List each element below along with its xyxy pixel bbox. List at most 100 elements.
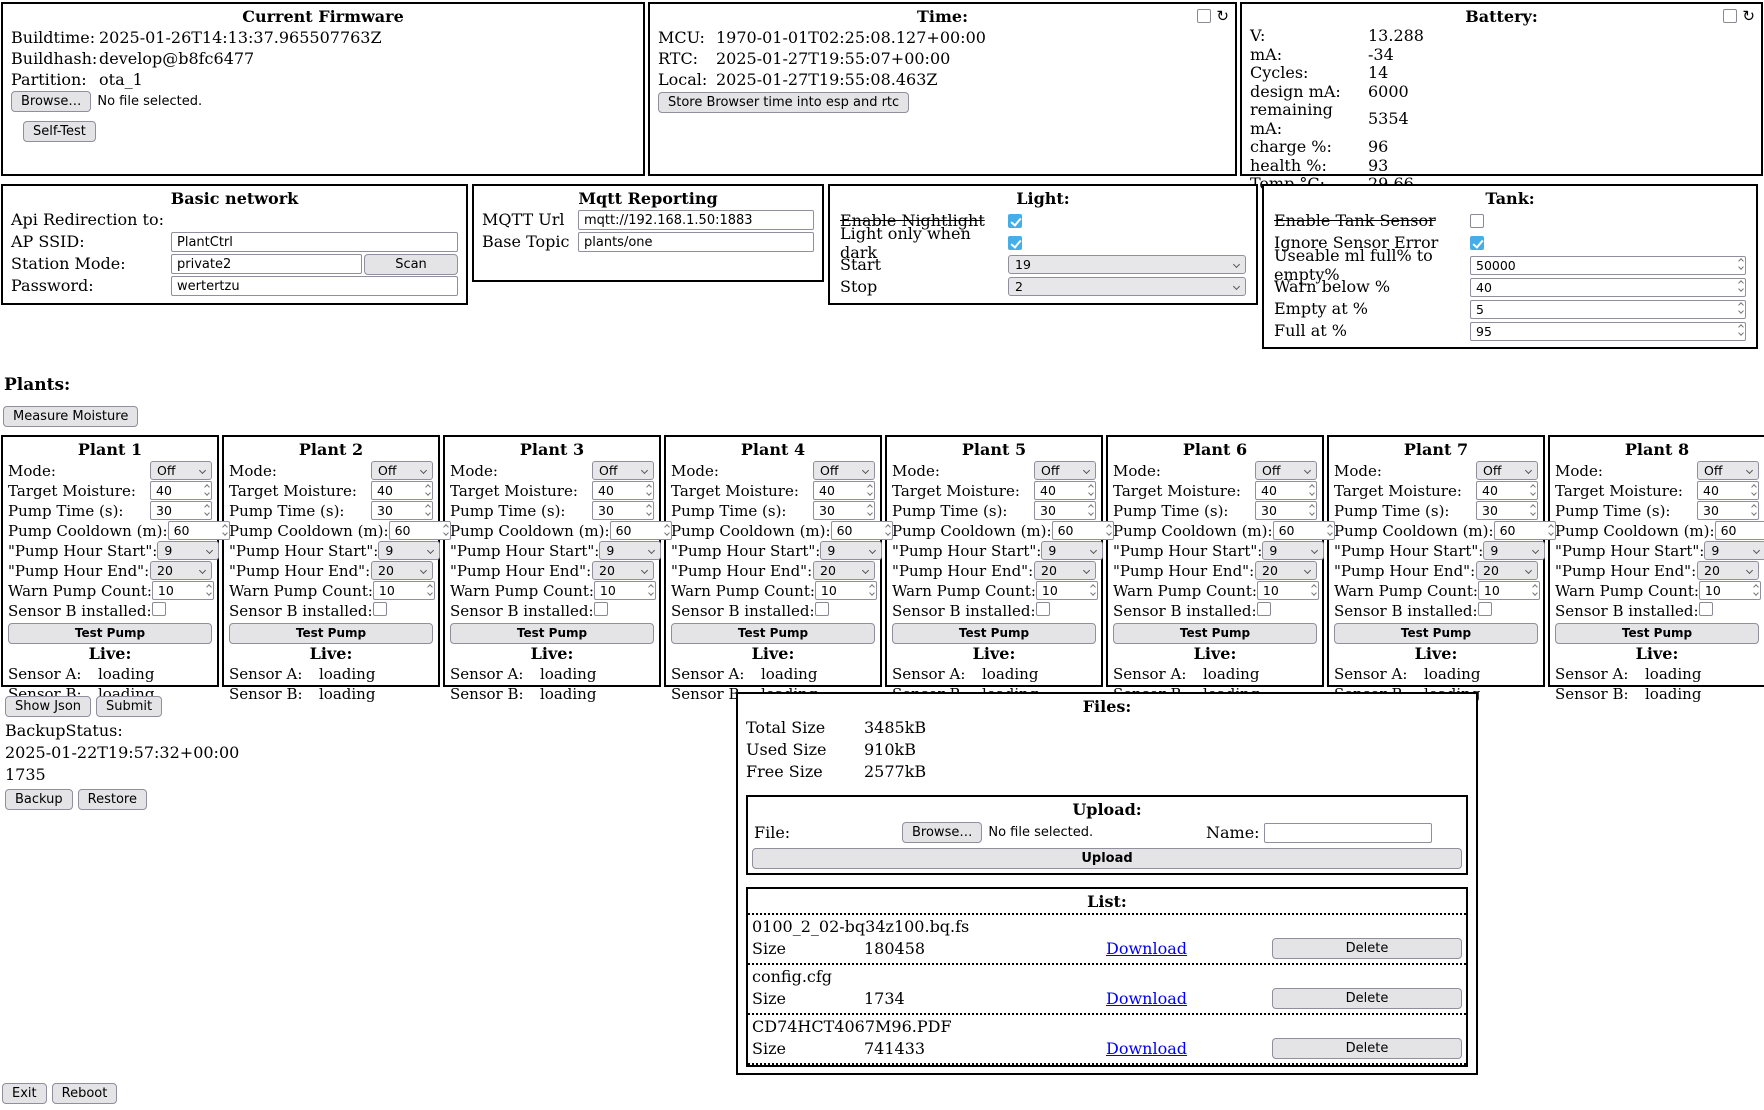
download-link[interactable]: Download bbox=[1106, 1039, 1272, 1058]
stepper-icons[interactable] bbox=[647, 485, 651, 495]
stepper-icons[interactable] bbox=[428, 585, 432, 595]
target-moisture-input[interactable] bbox=[1697, 481, 1759, 500]
delete-button[interactable]: Delete bbox=[1272, 938, 1462, 959]
mode-select[interactable]: Off bbox=[1476, 461, 1538, 480]
test-pump-button[interactable]: Test Pump bbox=[229, 623, 433, 644]
target-moisture-input[interactable] bbox=[592, 481, 654, 500]
pump-hour-start-select[interactable]: 9 bbox=[599, 541, 661, 560]
stepper-icons[interactable] bbox=[649, 585, 653, 595]
measure-moisture-button[interactable]: Measure Moisture bbox=[3, 406, 138, 427]
stepper-icons[interactable] bbox=[1549, 525, 1553, 535]
mode-select[interactable]: Off bbox=[150, 461, 212, 480]
mode-select[interactable]: Off bbox=[592, 461, 654, 480]
refresh-icon[interactable]: ↻ bbox=[1742, 10, 1755, 23]
stepper-icons[interactable] bbox=[1089, 485, 1093, 495]
upload-name-input[interactable] bbox=[1264, 823, 1432, 843]
stepper-icons[interactable] bbox=[1312, 585, 1316, 595]
pump-hour-end-select[interactable]: 20 bbox=[150, 561, 212, 580]
warn-pump-count-input[interactable] bbox=[594, 581, 656, 600]
pump-time-input[interactable] bbox=[592, 501, 654, 520]
warn-pump-count-input[interactable] bbox=[815, 581, 877, 600]
battery-auto-refresh-checkbox[interactable] bbox=[1723, 9, 1737, 23]
target-moisture-input[interactable] bbox=[813, 481, 875, 500]
empty-at-input[interactable] bbox=[1470, 300, 1746, 319]
pump-hour-end-select[interactable]: 20 bbox=[1034, 561, 1096, 580]
stepper-icons[interactable] bbox=[1107, 525, 1111, 535]
refresh-icon[interactable]: ↻ bbox=[1216, 10, 1229, 23]
stepper-icons[interactable] bbox=[868, 485, 872, 495]
mode-select[interactable]: Off bbox=[371, 461, 433, 480]
scan-button[interactable]: Scan bbox=[364, 254, 458, 275]
pump-hour-end-select[interactable]: 20 bbox=[1697, 561, 1759, 580]
ap-ssid-input[interactable] bbox=[171, 232, 458, 252]
pump-hour-start-select[interactable]: 9 bbox=[1483, 541, 1545, 560]
test-pump-button[interactable]: Test Pump bbox=[8, 623, 212, 644]
pump-hour-start-select[interactable]: 9 bbox=[1041, 541, 1103, 560]
warn-below-input[interactable] bbox=[1470, 278, 1746, 297]
store-browser-time-button[interactable]: Store Browser time into esp and rtc bbox=[658, 92, 909, 113]
sensor-b-installed-checkbox[interactable] bbox=[815, 602, 829, 616]
useable-ml-input[interactable] bbox=[1470, 256, 1746, 275]
restore-button[interactable]: Restore bbox=[78, 789, 147, 810]
target-moisture-input[interactable] bbox=[371, 481, 433, 500]
pump-hour-start-select[interactable]: 9 bbox=[157, 541, 219, 560]
firmware-browse-button[interactable]: Browse… bbox=[11, 91, 91, 112]
sensor-b-installed-checkbox[interactable] bbox=[1257, 602, 1271, 616]
pump-cooldown-input[interactable] bbox=[389, 521, 451, 540]
warn-pump-count-input[interactable] bbox=[373, 581, 435, 600]
stepper-icons[interactable] bbox=[647, 505, 651, 515]
stepper-icons[interactable] bbox=[868, 505, 872, 515]
ignore-sensor-error-checkbox[interactable] bbox=[1470, 236, 1484, 250]
pump-time-input[interactable] bbox=[813, 501, 875, 520]
warn-pump-count-input[interactable] bbox=[1699, 581, 1761, 600]
stepper-icons[interactable] bbox=[1754, 585, 1758, 595]
pump-hour-start-select[interactable]: 9 bbox=[1704, 541, 1764, 560]
sensor-b-installed-checkbox[interactable] bbox=[373, 602, 387, 616]
sensor-b-installed-checkbox[interactable] bbox=[1699, 602, 1713, 616]
stepper-icons[interactable] bbox=[1739, 259, 1743, 269]
exit-button[interactable]: Exit bbox=[2, 1083, 47, 1104]
pump-time-input[interactable] bbox=[1476, 501, 1538, 520]
pump-hour-end-select[interactable]: 20 bbox=[813, 561, 875, 580]
stepper-icons[interactable] bbox=[205, 505, 209, 515]
mode-select[interactable]: Off bbox=[1697, 461, 1759, 480]
enable-nightlight-checkbox[interactable] bbox=[1008, 214, 1022, 228]
stepper-icons[interactable] bbox=[1752, 485, 1756, 495]
warn-pump-count-input[interactable] bbox=[1478, 581, 1540, 600]
show-json-button[interactable]: Show Json bbox=[5, 696, 91, 717]
pump-cooldown-input[interactable] bbox=[831, 521, 893, 540]
stepper-icons[interactable] bbox=[1091, 585, 1095, 595]
stepper-icons[interactable] bbox=[205, 485, 209, 495]
stepper-icons[interactable] bbox=[1739, 281, 1743, 291]
stepper-icons[interactable] bbox=[1531, 485, 1535, 495]
test-pump-button[interactable]: Test Pump bbox=[671, 623, 875, 644]
mode-select[interactable]: Off bbox=[1034, 461, 1096, 480]
pump-time-input[interactable] bbox=[150, 501, 212, 520]
stepper-icons[interactable] bbox=[223, 525, 227, 535]
stepper-icons[interactable] bbox=[1089, 505, 1093, 515]
pump-hour-start-select[interactable]: 9 bbox=[820, 541, 882, 560]
pump-cooldown-input[interactable] bbox=[610, 521, 672, 540]
target-moisture-input[interactable] bbox=[150, 481, 212, 500]
pump-hour-end-select[interactable]: 20 bbox=[1255, 561, 1317, 580]
pump-cooldown-input[interactable] bbox=[1494, 521, 1556, 540]
pump-time-input[interactable] bbox=[371, 501, 433, 520]
test-pump-button[interactable]: Test Pump bbox=[1334, 623, 1538, 644]
test-pump-button[interactable]: Test Pump bbox=[450, 623, 654, 644]
stepper-icons[interactable] bbox=[1752, 505, 1756, 515]
mode-select[interactable]: Off bbox=[1255, 461, 1317, 480]
sensor-b-installed-checkbox[interactable] bbox=[152, 602, 166, 616]
stepper-icons[interactable] bbox=[886, 525, 890, 535]
warn-pump-count-input[interactable] bbox=[1036, 581, 1098, 600]
pump-cooldown-input[interactable] bbox=[1052, 521, 1114, 540]
station-mode-input[interactable] bbox=[171, 254, 362, 274]
stepper-icons[interactable] bbox=[665, 525, 669, 535]
pump-cooldown-input[interactable] bbox=[1273, 521, 1335, 540]
target-moisture-input[interactable] bbox=[1476, 481, 1538, 500]
sensor-b-installed-checkbox[interactable] bbox=[594, 602, 608, 616]
pump-hour-start-select[interactable]: 9 bbox=[378, 541, 440, 560]
reboot-button[interactable]: Reboot bbox=[52, 1083, 118, 1104]
self-test-button[interactable]: Self-Test bbox=[23, 121, 96, 142]
sensor-b-installed-checkbox[interactable] bbox=[1478, 602, 1492, 616]
pump-cooldown-input[interactable] bbox=[1715, 521, 1764, 540]
